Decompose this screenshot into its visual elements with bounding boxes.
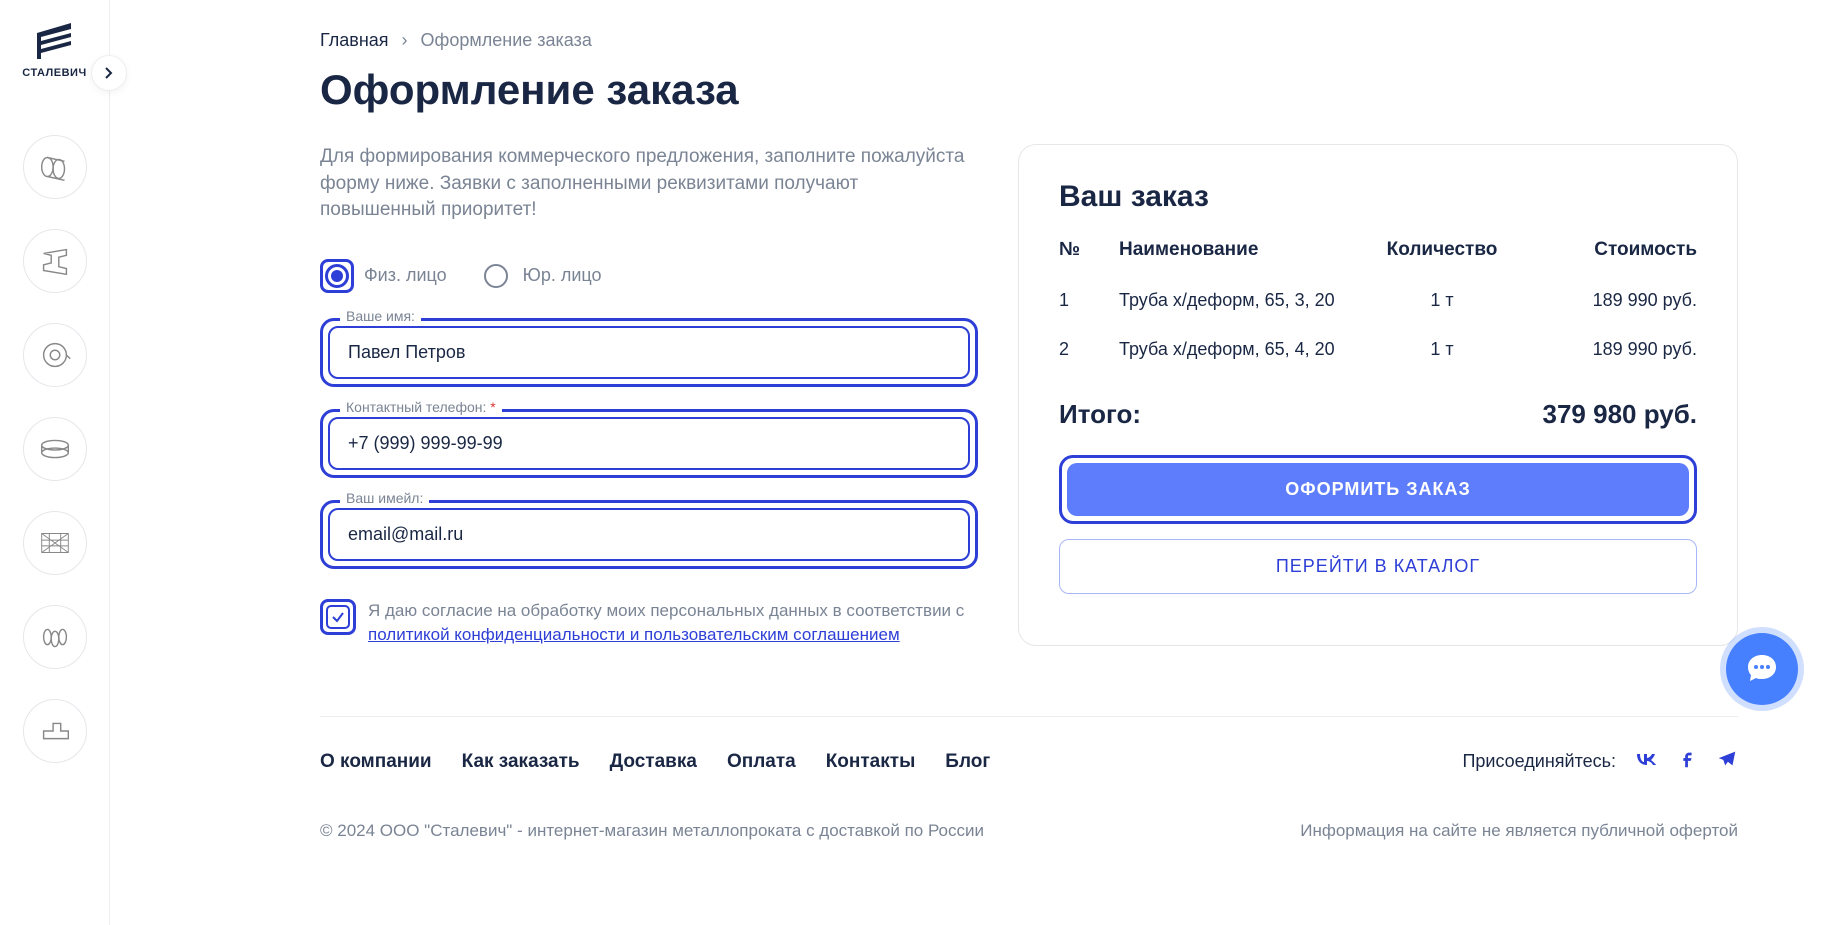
logo[interactable]: СТАЛЕВИЧ — [20, 15, 90, 85]
footer-links: О компании Как заказать Доставка Оплата … — [320, 751, 990, 773]
order-row: 1 Труба х/деформ, 65, 3, 20 1 т 189 990 … — [1059, 276, 1697, 325]
col-header-name: Наименование — [1119, 239, 1367, 261]
vk-icon[interactable] — [1634, 747, 1658, 776]
footer-link-blog[interactable]: Блог — [945, 751, 990, 773]
intro-text: Для формирования коммерческого предложен… — [320, 144, 978, 224]
footer-link-contacts[interactable]: Контакты — [826, 751, 916, 773]
order-total: Итого: 379 980 руб. — [1059, 399, 1697, 430]
category-rods-icon[interactable] — [23, 605, 87, 669]
footer-link-payment[interactable]: Оплата — [727, 751, 796, 773]
logo-text: СТАЛЕВИЧ — [22, 67, 86, 79]
name-input[interactable] — [328, 326, 970, 379]
footer-divider — [320, 716, 1738, 717]
category-beams-icon[interactable] — [23, 229, 87, 293]
phone-input[interactable] — [328, 417, 970, 470]
facebook-icon[interactable] — [1676, 748, 1698, 775]
order-summary-panel: Ваш заказ № Наименование Количество Стои… — [1018, 144, 1738, 646]
breadcrumb: Главная › Оформление заказа — [320, 30, 1738, 51]
email-field-wrapper: Ваш имейл: — [320, 500, 978, 569]
footer: О компании Как заказать Доставка Оплата … — [110, 686, 1838, 871]
go-to-catalog-button[interactable]: ПЕРЕЙТИ В КАТАЛОГ — [1059, 539, 1697, 594]
col-header-num: № — [1059, 239, 1119, 261]
social-label: Присоединяйтесь: — [1462, 751, 1616, 772]
page-title: Оформление заказа — [320, 66, 1738, 114]
sidebar-expand-button[interactable] — [91, 55, 127, 91]
checkmark-icon — [330, 609, 346, 625]
chevron-right-icon — [102, 66, 116, 80]
radio-selected-icon — [325, 264, 349, 288]
radio-company[interactable]: Юр. лицо — [479, 259, 602, 293]
breadcrumb-separator: › — [402, 30, 408, 50]
phone-label: Контактный телефон: * — [340, 399, 502, 415]
email-label: Ваш имейл: — [340, 490, 429, 506]
category-pipes-icon[interactable] — [23, 135, 87, 199]
radio-label: Юр. лицо — [523, 265, 602, 286]
col-header-qty: Количество — [1367, 239, 1517, 261]
telegram-icon[interactable] — [1716, 748, 1738, 775]
order-table: № Наименование Количество Стоимость 1 Тр… — [1059, 239, 1697, 374]
col-header-price: Стоимость — [1517, 239, 1697, 261]
consent-checkbox[interactable] — [320, 599, 356, 635]
category-rings-icon[interactable] — [23, 417, 87, 481]
submit-order-button[interactable]: ОФОРМИТЬ ЗАКАЗ — [1067, 463, 1689, 516]
chat-button[interactable] — [1726, 633, 1798, 705]
consent-text: Я даю согласие на обработку моих персона… — [368, 599, 978, 647]
breadcrumb-current: Оформление заказа — [421, 30, 592, 50]
order-table-header: № Наименование Количество Стоимость — [1059, 239, 1697, 276]
consent-row: Я даю согласие на обработку моих персона… — [320, 599, 978, 647]
total-value: 379 980 руб. — [1543, 399, 1698, 430]
sidebar-category-list — [23, 135, 87, 763]
name-label: Ваше имя: — [340, 308, 421, 324]
radio-unselected-icon — [484, 264, 508, 288]
customer-type-radio-group: Физ. лицо Юр. лицо — [320, 259, 978, 293]
order-title: Ваш заказ — [1059, 180, 1697, 214]
chat-icon — [1744, 651, 1780, 687]
footer-link-how-to-order[interactable]: Как заказать — [462, 751, 580, 773]
radio-individual[interactable]: Физ. лицо — [320, 259, 447, 293]
category-coils-icon[interactable] — [23, 323, 87, 387]
phone-field-wrapper: Контактный телефон: * — [320, 409, 978, 478]
breadcrumb-home[interactable]: Главная — [320, 30, 389, 50]
category-mesh-icon[interactable] — [23, 511, 87, 575]
footer-social: Присоединяйтесь: — [1462, 747, 1738, 776]
footer-link-delivery[interactable]: Доставка — [610, 751, 697, 773]
total-label: Итого: — [1059, 399, 1141, 430]
name-field-wrapper: Ваше имя: — [320, 318, 978, 387]
footer-link-about[interactable]: О компании — [320, 751, 432, 773]
copyright-text: © 2024 ООО "Сталевич" - интернет-магазин… — [320, 821, 984, 841]
email-input[interactable] — [328, 508, 970, 561]
privacy-policy-link[interactable]: политикой конфиденциальности и пользоват… — [368, 625, 900, 644]
sidebar: СТАЛЕВИЧ — [0, 0, 110, 925]
disclaimer-text: Информация на сайте не является публично… — [1300, 821, 1738, 841]
order-row: 2 Труба х/деформ, 65, 4, 20 1 т 189 990 … — [1059, 325, 1697, 374]
checkout-form: Для формирования коммерческого предложен… — [320, 144, 978, 646]
category-fittings-icon[interactable] — [23, 699, 87, 763]
radio-label: Физ. лицо — [364, 265, 447, 286]
